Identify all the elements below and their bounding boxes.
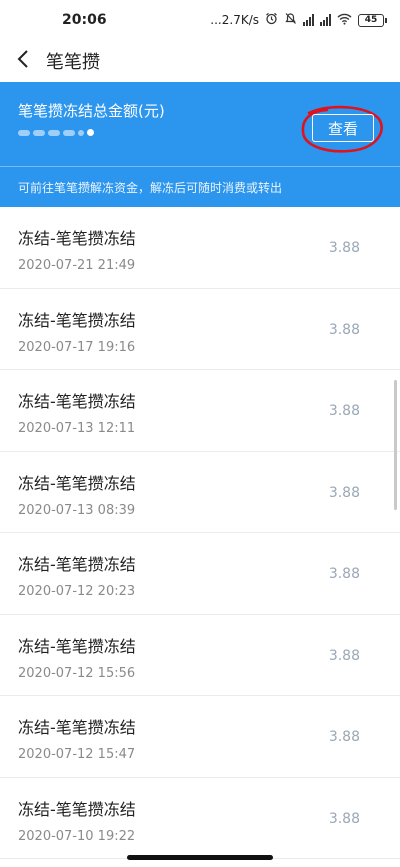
list-item[interactable]: 冻结-笔笔攒冻结 2020-07-10 19:22 3.88 [0,777,400,859]
nav-bar: 笔笔攒 [0,40,400,82]
scrollbar[interactable] [394,380,397,510]
record-date: 2020-07-12 15:56 [18,665,136,681]
back-arrow-icon [16,49,30,73]
record-amount: 3.88 [328,566,360,582]
record-title: 冻结-笔笔攒冻结 [18,310,136,330]
list-item[interactable]: 冻结-笔笔攒冻结 2020-07-13 12:11 3.88 [0,370,400,452]
frozen-total-label: 笔笔攒冻结总金额(元) [18,102,165,120]
page-title: 笔笔攒 [46,52,100,73]
status-bar: 20:06 ...2.7K/s 45 [0,0,400,40]
list-item[interactable]: 冻结-笔笔攒冻结 2020-07-13 08:39 3.88 [0,451,400,533]
record-date: 2020-07-13 12:11 [18,421,136,436]
frozen-total-card: 笔笔攒冻结总金额(元) 查看 可前往笔笔攒解冻资金，解冻后可随时消费或转出 [0,82,400,207]
record-amount: 3.88 [328,321,360,338]
record-amount: 3.88 [328,647,360,664]
record-date: 2020-07-10 19:22 [18,828,136,844]
record-amount: 3.88 [328,240,360,256]
list-item[interactable]: 冻结-笔笔攒冻结 2020-07-21 21:49 3.88 [0,207,400,289]
record-amount: 3.88 [328,484,360,501]
status-time: 20:06 [62,12,107,28]
list-item[interactable]: 冻结-笔笔攒冻结 2020-07-12 15:47 3.88 [0,696,400,778]
list-item[interactable]: 冻结-笔笔攒冻结 2020-07-12 15:56 3.88 [0,614,400,696]
status-icons: ...2.7K/s 45 [210,12,387,28]
view-button-annotation: 查看 [299,105,385,155]
record-title: 冻结-笔笔攒冻结 [18,473,136,493]
record-title: 冻结-笔笔攒冻结 [18,392,136,411]
record-date: 2020-07-12 15:47 [18,747,136,762]
alarm-icon [265,12,278,28]
wifi-icon [337,13,352,28]
record-title: 冻结-笔笔攒冻结 [18,718,136,737]
back-button[interactable] [0,40,46,82]
view-button[interactable]: 查看 [312,114,374,142]
list-item[interactable]: 冻结-笔笔攒冻结 2020-07-17 19:16 3.88 [0,288,400,370]
list-item[interactable]: 冻结-笔笔攒冻结 2020-07-12 20:23 3.88 [0,533,400,615]
record-date: 2020-07-21 21:49 [18,258,136,273]
record-date: 2020-07-17 19:16 [18,339,136,355]
record-title: 冻结-笔笔攒冻结 [18,555,136,574]
record-title: 冻结-笔笔攒冻结 [18,636,136,656]
record-amount: 3.88 [328,810,360,827]
signal-icon [303,14,314,26]
record-title: 冻结-笔笔攒冻结 [18,799,136,819]
frozen-records-list: 冻结-笔笔攒冻结 2020-07-21 21:49 3.88 冻结-笔笔攒冻结 … [0,207,400,859]
record-amount: 3.88 [328,729,360,745]
signal-icon [320,14,331,26]
record-amount: 3.88 [328,403,360,419]
frozen-total-amount-masked [18,129,94,136]
mute-icon [284,12,297,28]
record-date: 2020-07-12 20:23 [18,584,136,599]
record-title: 冻结-笔笔攒冻结 [18,229,136,248]
record-date: 2020-07-13 08:39 [18,502,136,518]
network-speed: ...2.7K/s [210,13,259,27]
battery-icon: 45 [358,13,387,27]
home-indicator[interactable] [127,855,273,860]
header-divider [0,166,400,167]
unfreeze-note: 可前往笔笔攒解冻资金，解冻后可随时消费或转出 [18,181,283,195]
